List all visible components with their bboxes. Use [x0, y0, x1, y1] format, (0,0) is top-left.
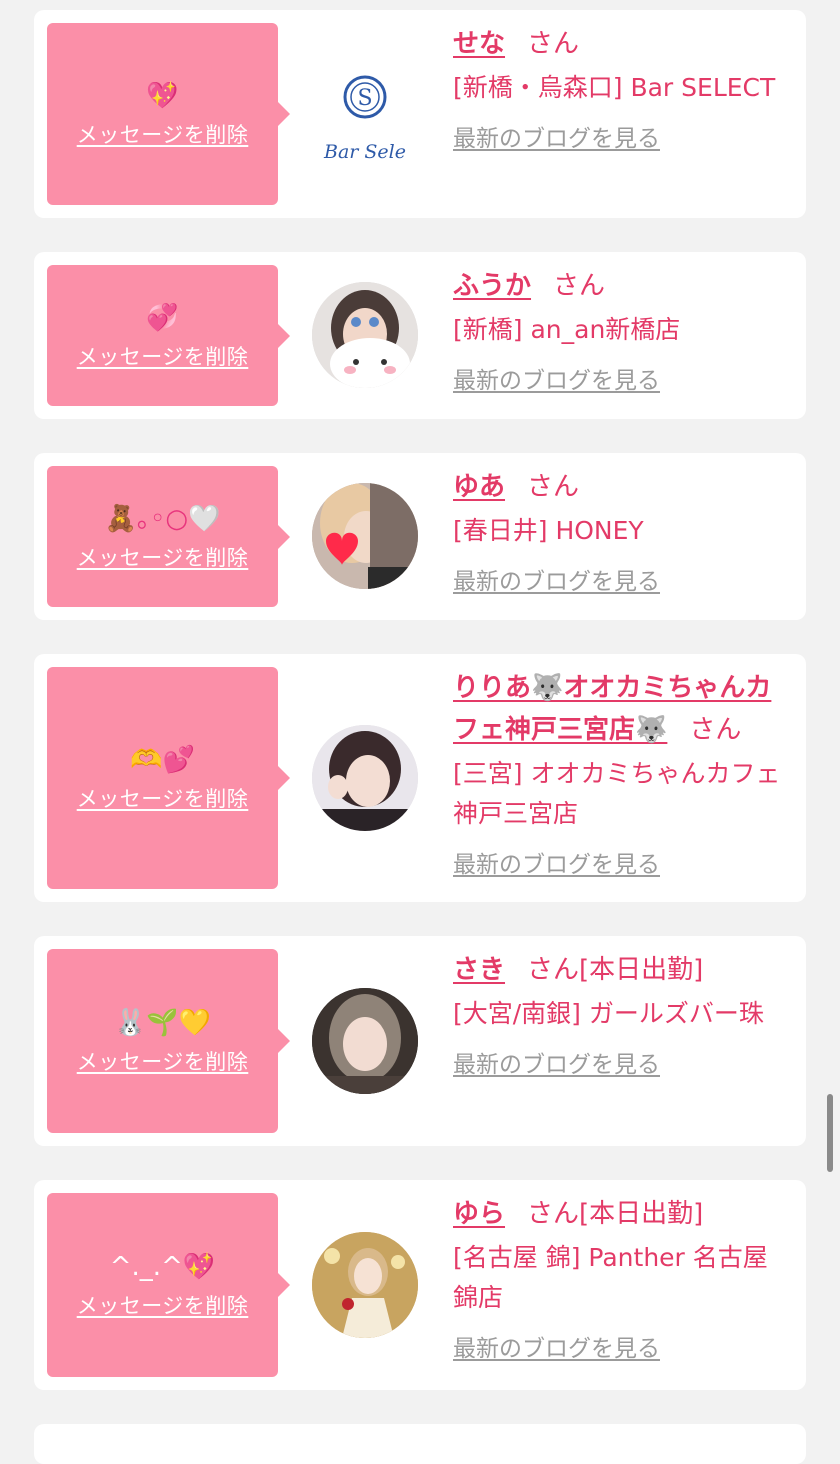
name-line: ふうか さん — [453, 265, 792, 307]
shop-name: [新橋・烏森口] Bar SELECT — [453, 73, 776, 102]
message-emoji: 🐰🌱💛 — [113, 1008, 212, 1038]
honorific: さん — [527, 1199, 580, 1229]
bubble-tail — [278, 766, 290, 790]
card-info: せな さん [新橋・烏森口] Bar SELECT 最新のブログを見る — [453, 23, 792, 156]
message-card: 💞 メッセージを削除 ふうか さん [新橋] an_an新橋店 最新のブログを見る — [34, 252, 806, 419]
bubble-tail — [278, 323, 290, 348]
bubble-tail — [278, 1273, 290, 1297]
delete-message-link[interactable]: メッセージを削除 — [77, 542, 249, 572]
shop-name: [名古屋 錦] Panther 名古屋錦店 — [453, 1243, 768, 1312]
bubble-tail — [278, 524, 290, 549]
girl-name-link[interactable]: せな — [453, 29, 505, 59]
name-line: せな さん — [453, 23, 792, 65]
avatar-photo-icon — [312, 988, 418, 1094]
message-card: ^._.^💖 メッセージを削除 ゆら さん[本日出勤] [名古屋 錦] Panth… — [34, 1180, 806, 1390]
blog-link-row: 最新のブログを見る — [453, 848, 792, 882]
message-bubble: 🫶💕 メッセージを削除 — [47, 667, 290, 889]
name-line: りりあ🐺オオカミちゃんカフェ神戸三宮店🐺 さん — [453, 667, 792, 751]
message-emoji: 💞 — [146, 302, 179, 333]
svg-text:S: S — [357, 86, 372, 111]
blog-link-row: 最新のブログを見る — [453, 364, 792, 398]
avatar[interactable] — [312, 725, 418, 831]
status-badge: [本日出勤] — [579, 955, 704, 985]
avatar[interactable] — [312, 988, 418, 1094]
girl-name-link[interactable]: ゆあ — [453, 472, 505, 502]
shop-name: [三宮] オオカミちゃんカフェ神戸三宮店 — [453, 759, 781, 828]
honorific: さん — [527, 29, 580, 59]
avatar[interactable] — [312, 282, 418, 388]
bar-select-logo-icon: S Bar Sele — [323, 75, 406, 163]
girl-name-link[interactable]: ふうか — [453, 271, 531, 301]
card-info: さき さん[本日出勤] [大宮/南銀] ガールズバー珠 最新のブログを見る — [453, 949, 792, 1082]
girl-name-link[interactable]: さき — [453, 955, 505, 985]
message-bubble: 🐰🌱💛 メッセージを削除 — [47, 949, 290, 1133]
card-info: りりあ🐺オオカミちゃんカフェ神戸三宮店🐺 さん [三宮] オオカミちゃんカフェ神戸… — [453, 667, 792, 882]
message-bubble: 💞 メッセージを削除 — [47, 265, 290, 406]
girl-name-link[interactable]: ゆら — [453, 1199, 505, 1229]
avatar-photo-icon — [312, 1232, 418, 1338]
avatar[interactable] — [312, 1232, 418, 1338]
honorific: さん — [527, 955, 580, 985]
message-bubble: 💖 メッセージを削除 — [47, 23, 290, 205]
honorific: さん — [553, 271, 606, 301]
delete-message-link[interactable]: メッセージを削除 — [77, 119, 249, 149]
honorific: さん — [689, 715, 742, 745]
shop-name: [大宮/南銀] ガールズバー珠 — [453, 999, 764, 1028]
delete-message-link[interactable]: メッセージを削除 — [77, 1290, 249, 1320]
latest-blog-link[interactable]: 最新のブログを見る — [453, 565, 660, 599]
message-card: 🐰🌱💛 メッセージを削除 さき さん[本日出勤] [大宮/南銀] ガールズバー珠 … — [34, 936, 806, 1146]
message-emoji: 💖 — [146, 81, 179, 111]
message-card — [34, 1424, 806, 1464]
scrollbar[interactable] — [827, 1094, 833, 1172]
blog-link-row: 最新のブログを見る — [453, 565, 792, 599]
shop-name: [新橋] an_an新橋店 — [453, 315, 681, 344]
avatar-photo-icon — [312, 483, 418, 589]
latest-blog-link[interactable]: 最新のブログを見る — [453, 1048, 660, 1082]
message-card: 💖 メッセージを削除 S Bar Sele せな さん [新橋・烏森口] Bar … — [34, 10, 806, 218]
status-badge: [本日出勤] — [579, 1199, 704, 1229]
delete-message-link[interactable]: メッセージを削除 — [77, 341, 249, 371]
avatar-photo-icon — [312, 282, 418, 388]
name-line: さき さん[本日出勤] — [453, 949, 792, 991]
latest-blog-link[interactable]: 最新のブログを見る — [453, 122, 660, 156]
card-info: ゆあ さん [春日井] HONEY 最新のブログを見る — [453, 466, 792, 599]
blog-link-row: 最新のブログを見る — [453, 122, 792, 156]
card-info: ふうか さん [新橋] an_an新橋店 最新のブログを見る — [453, 265, 792, 398]
blog-link-row: 最新のブログを見る — [453, 1048, 792, 1082]
shop-name: [春日井] HONEY — [453, 516, 644, 545]
message-emoji: ^._.^💖 — [109, 1252, 216, 1282]
latest-blog-link[interactable]: 最新のブログを見る — [453, 364, 660, 398]
blog-link-row: 最新のブログを見る — [453, 1332, 792, 1366]
card-info: ゆら さん[本日出勤] [名古屋 錦] Panther 名古屋錦店 最新のブログを… — [453, 1193, 792, 1366]
message-emoji: 🧸｡◦○🤍 — [104, 503, 221, 534]
message-card: 🫶💕 メッセージを削除 りりあ🐺オオカミちゃんカフェ神戸三宮店🐺 さん [三宮] … — [34, 654, 806, 902]
name-line: ゆら さん[本日出勤] — [453, 1193, 792, 1235]
message-emoji: 🫶💕 — [130, 745, 195, 775]
name-line: ゆあ さん — [453, 466, 792, 508]
bubble-tail — [278, 1029, 290, 1053]
message-card: 🧸｡◦○🤍 メッセージを削除 ゆあ さん [春日井] HONEY 最新のブログを見… — [34, 453, 806, 620]
avatar[interactable]: S Bar Sele — [312, 61, 418, 167]
delete-message-link[interactable]: メッセージを削除 — [77, 783, 249, 813]
bubble-tail — [278, 102, 290, 126]
svg-text:Bar Sele: Bar Sele — [323, 141, 406, 163]
message-bubble: ^._.^💖 メッセージを削除 — [47, 1193, 290, 1377]
latest-blog-link[interactable]: 最新のブログを見る — [453, 848, 660, 882]
avatar[interactable] — [312, 483, 418, 589]
delete-message-link[interactable]: メッセージを削除 — [77, 1046, 249, 1076]
avatar-photo-icon — [312, 725, 418, 831]
honorific: さん — [527, 472, 580, 502]
message-bubble: 🧸｡◦○🤍 メッセージを削除 — [47, 466, 290, 607]
latest-blog-link[interactable]: 最新のブログを見る — [453, 1332, 660, 1366]
